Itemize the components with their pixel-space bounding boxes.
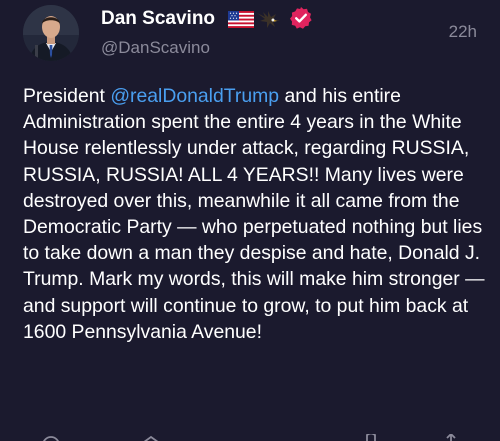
avatar[interactable] — [23, 5, 79, 61]
tweet-text-before: President — [23, 85, 111, 107]
verified-badge-icon — [290, 7, 312, 29]
tweet-text: President @realDonaldTrump and his entir… — [23, 83, 493, 345]
share-icon[interactable] — [440, 434, 462, 441]
author-handle[interactable]: @DanScavino — [101, 38, 210, 58]
retweet-icon[interactable] — [140, 434, 162, 441]
bookmark-icon[interactable] — [360, 434, 382, 441]
eagle-icon — [257, 11, 280, 28]
mention-link[interactable]: @realDonaldTrump — [110, 85, 279, 107]
tweet-text-after: and his entire Administration spent the … — [23, 85, 485, 343]
us-flag-icon — [228, 10, 254, 28]
name-emojis — [228, 10, 282, 28]
tweet-timestamp[interactable]: 22h — [449, 22, 477, 42]
action-bar — [0, 434, 500, 441]
reply-icon[interactable] — [40, 434, 62, 441]
author-display-name[interactable]: Dan Scavino — [101, 8, 215, 30]
avatar-image — [23, 5, 79, 61]
